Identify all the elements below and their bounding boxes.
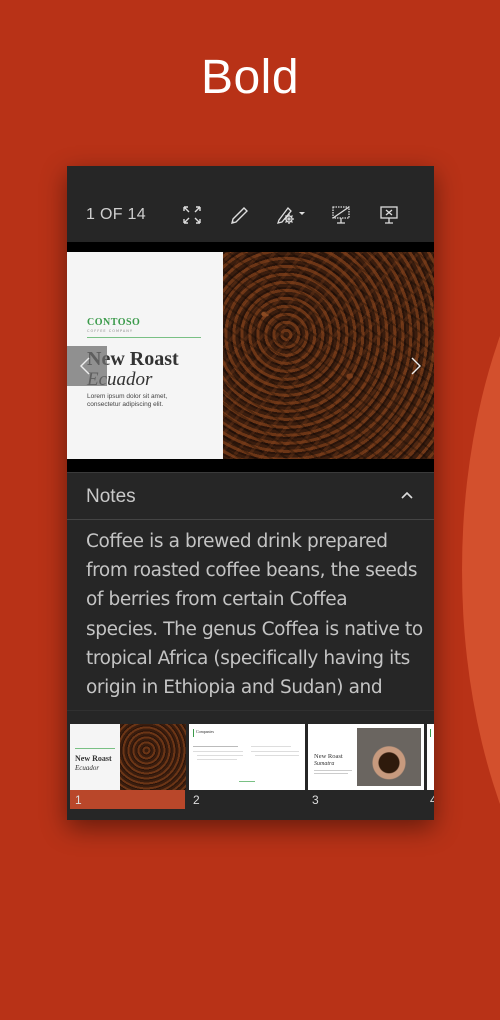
- ink-settings-icon[interactable]: [275, 204, 311, 226]
- thumbnail-text-line: [193, 751, 243, 752]
- notes-line: from roasted coffee beans, the seeds: [86, 560, 418, 582]
- headline: Bold: [200, 51, 300, 104]
- active-thumbnail-indicator: [70, 789, 185, 809]
- fullscreen-icon[interactable]: [181, 204, 203, 226]
- chevron-right-icon: [411, 357, 421, 375]
- collapse-notes-button[interactable]: [398, 487, 416, 505]
- slide-viewer: CONTOSO COFFEE COMPANY New Roast Ecuador…: [67, 242, 434, 472]
- thumbnail-text-line: [314, 773, 348, 774]
- slide-divider: [87, 337, 201, 338]
- thumbnail-accent: [193, 729, 194, 737]
- slide-body-line: consectetur adipiscing elit.: [87, 401, 164, 408]
- notes-line: species. The genus Coffea is native to: [86, 618, 423, 640]
- current-slide[interactable]: CONTOSO COFFEE COMPANY New Roast Ecuador…: [67, 252, 434, 459]
- thumbnail-text-line: [255, 755, 299, 756]
- thumbnail-slide-2[interactable]: Companies: [189, 724, 305, 790]
- pen-icon[interactable]: [228, 204, 250, 226]
- thumbnail-number: 2: [193, 793, 200, 807]
- app-window: 1 OF 14 CONTOSO COFFEE COMPANY New Roast…: [67, 166, 434, 820]
- toolbar: 1 OF 14: [67, 166, 434, 242]
- thumbnail-text-line: [197, 759, 237, 760]
- thumbnail-divider: [75, 748, 115, 749]
- notes-line: origin in Ethiopia and Sudan) and: [86, 677, 383, 699]
- slide-brand: CONTOSO: [87, 317, 141, 328]
- slide-body-line: Lorem ipsum dolor sit amet,: [87, 393, 168, 400]
- thumbnail-text-line: [251, 751, 299, 752]
- thumbnail-accent: [430, 729, 431, 737]
- notes-line: Coffee is a brewed drink prepared: [86, 531, 388, 552]
- chevron-up-icon: [401, 491, 413, 499]
- thumbnail-title: Companies: [196, 729, 214, 734]
- notes-line: of berries from certain Coffea: [86, 589, 348, 611]
- thumbnail-number: 3: [312, 793, 319, 807]
- thumbnail-text-line: [193, 746, 238, 747]
- thumbnail-slide-4[interactable]: [427, 724, 434, 790]
- thumbnail-number: 4: [430, 793, 434, 807]
- thumbnail-footer: [239, 781, 255, 782]
- thumbnail-text-line: [314, 770, 352, 771]
- thumbnail-subtitle: Ecuador: [75, 764, 100, 772]
- chevron-left-icon: [80, 357, 90, 375]
- slide-counter: 1 OF 14: [86, 206, 146, 223]
- notes-text[interactable]: Coffee is a brewed drink prepared from r…: [86, 527, 426, 702]
- next-slide-button[interactable]: [398, 346, 434, 386]
- thumbnail-text-line: [197, 755, 243, 756]
- slide-brand-subtitle: COFFEE COMPANY: [87, 329, 134, 333]
- thumbnail-slide-1[interactable]: New Roast Ecuador: [70, 724, 186, 790]
- notes-title: Notes: [86, 486, 136, 507]
- thumbnail-hands-image: [357, 728, 421, 786]
- thumbnail-text-panel: New Roast Ecuador: [70, 724, 120, 790]
- thumbnail-coffee-image: [120, 724, 186, 790]
- notes-header[interactable]: Notes: [67, 472, 434, 520]
- end-slideshow-icon[interactable]: [378, 204, 400, 226]
- thumbnail-title: New Roast: [75, 754, 112, 763]
- thumbnail-title: New Roast: [314, 753, 343, 760]
- thumbnail-subtitle: Sumatra: [314, 761, 335, 767]
- notes-line: tropical Africa (specifically having its: [86, 647, 410, 669]
- thumbnail-text-line: [251, 746, 291, 747]
- thumbnail-number: 1: [75, 793, 82, 807]
- thumbnail-slide-3[interactable]: New Roast Sumatra: [308, 724, 424, 790]
- slide-thumbnail-strip: New Roast Ecuador 1 Companies 2 New Roas…: [67, 710, 434, 820]
- background-curve: [462, 120, 500, 1020]
- presenter-view-icon[interactable]: [330, 204, 352, 226]
- slide-body: Lorem ipsum dolor sit amet, consectetur …: [87, 393, 207, 409]
- previous-slide-button[interactable]: [67, 346, 107, 386]
